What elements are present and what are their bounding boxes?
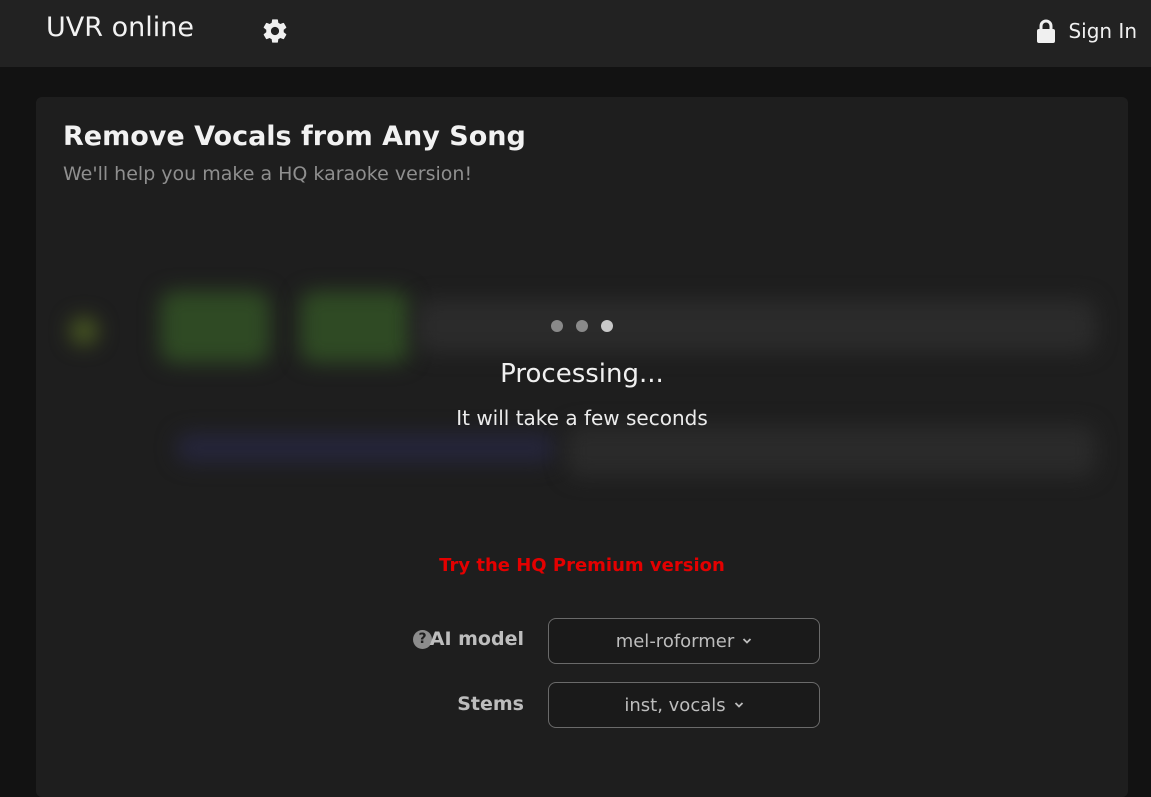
loading-dot (576, 320, 588, 332)
sign-in-button[interactable]: Sign In (1036, 17, 1137, 45)
ai-model-label: AI model (429, 628, 524, 650)
blurred-progress-bar (176, 433, 556, 463)
blurred-waveform-lower (566, 425, 1096, 477)
chevron-down-icon (743, 638, 752, 644)
loading-dot-active (601, 320, 613, 332)
sign-in-label: Sign In (1068, 19, 1137, 43)
stems-select[interactable]: inst, vocals (548, 682, 820, 728)
chevron-down-icon (734, 702, 743, 708)
app-brand[interactable]: UVR online (46, 12, 194, 43)
ai-model-value: mel-roformer (615, 630, 735, 652)
stems-value: inst, vocals (624, 694, 726, 716)
ai-model-select[interactable]: mel-roformer (548, 618, 820, 664)
blurred-player-background (36, 277, 1128, 517)
processing-title: Processing... (500, 359, 664, 389)
top-navbar: UVR online Sign In (0, 0, 1151, 67)
page-title: Remove Vocals from Any Song (63, 121, 526, 152)
processing-subtitle: It will take a few seconds (456, 406, 708, 430)
lock-icon (1037, 19, 1056, 43)
loading-dot (551, 320, 563, 332)
settings-button[interactable] (261, 17, 289, 45)
loading-dots (36, 320, 1128, 332)
page-subtitle: We'll help you make a HQ karaoke version… (63, 163, 473, 185)
gear-icon (263, 19, 287, 43)
premium-link[interactable]: Try the HQ Premium version (36, 555, 1128, 576)
stems-label: Stems (457, 693, 524, 715)
main-card: Remove Vocals from Any Song We'll help y… (36, 97, 1128, 797)
